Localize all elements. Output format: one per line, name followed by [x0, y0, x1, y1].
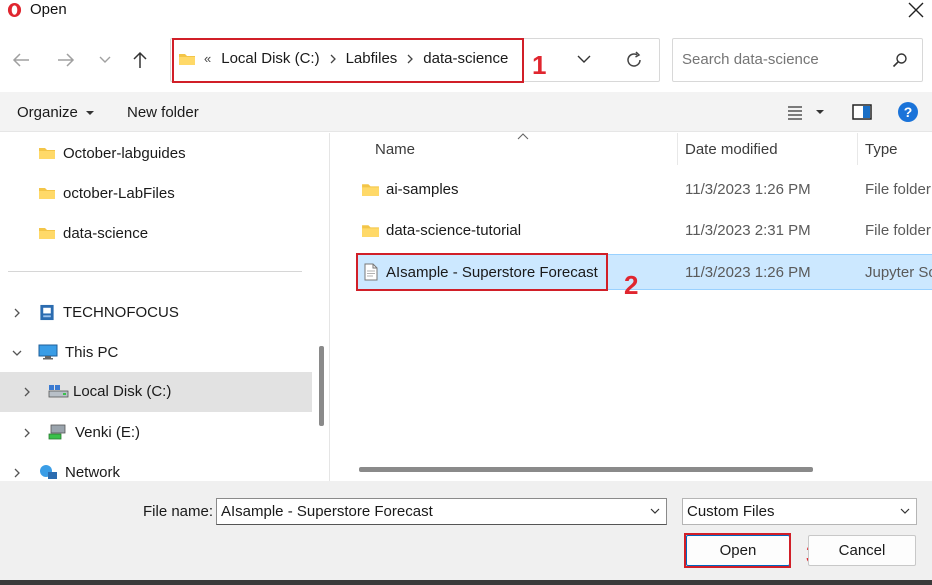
sidebar-item-label: Network	[65, 463, 121, 481]
sidebar-item-october-labfiles[interactable]: october-LabFiles	[38, 173, 318, 213]
file-type: File folder	[865, 222, 931, 239]
address-highlight-box	[172, 38, 524, 83]
column-header-date[interactable]: Date modified	[685, 141, 778, 158]
horizontal-scrollbar[interactable]	[359, 467, 813, 472]
sidebar-item-network[interactable]: Network	[38, 452, 308, 481]
view-options-button[interactable]	[786, 104, 830, 123]
file-name-value: AIsample - Superstore Forecast	[221, 503, 433, 520]
file-row[interactable]: ai-samples 11/3/2023 1:26 PM File folder	[356, 172, 932, 208]
search-input[interactable]	[682, 51, 882, 68]
address-bar-row: « Local Disk (C:) Labfiles data-science …	[0, 30, 932, 90]
help-button[interactable]: ?	[897, 101, 919, 126]
back-button[interactable]	[9, 48, 33, 72]
search-box	[672, 38, 923, 82]
preview-pane-icon	[852, 104, 872, 120]
column-header-name[interactable]: Name	[375, 141, 415, 158]
chevron-down-icon	[577, 55, 591, 63]
sidebar-item-label: Venki (E:)	[75, 423, 141, 441]
sort-up-icon	[517, 133, 529, 140]
sidebar-item-this-pc[interactable]: This PC	[38, 332, 308, 372]
file-name-label: File name:	[143, 503, 214, 520]
file-type-filter[interactable]: Custom Files	[682, 498, 917, 525]
address-history-button[interactable]	[576, 52, 592, 68]
search-icon[interactable]	[892, 52, 908, 68]
sidebar-item-october-labguides[interactable]: October-labguides	[38, 133, 318, 173]
chevron-right-icon[interactable]	[11, 307, 23, 319]
file-name: data-science-tutorial	[386, 222, 522, 239]
sidebar-item-data-science[interactable]: data-science	[38, 213, 318, 253]
sidebar-item-label: This PC	[65, 343, 119, 361]
sidebar-item-label: data-science	[63, 224, 149, 242]
chevron-down-icon[interactable]	[650, 507, 660, 515]
chevron-right-icon[interactable]	[11, 467, 23, 479]
file-row[interactable]: data-science-tutorial 11/3/2023 2:31 PM …	[356, 213, 932, 249]
help-icon: ?	[898, 102, 918, 122]
list-view-icon	[788, 106, 824, 120]
folder-icon	[39, 188, 55, 199]
back-arrow-icon	[12, 53, 29, 67]
column-header-type[interactable]: Type	[865, 141, 898, 158]
sidebar-divider	[8, 271, 302, 272]
file-name-input[interactable]: AIsample - Superstore Forecast	[216, 498, 667, 525]
sidebar-scrollbar[interactable]	[319, 346, 324, 426]
file-type-filter-value: Custom Files	[687, 503, 775, 520]
sidebar-item-venki-e[interactable]: Venki (E:)	[48, 412, 308, 452]
folder-icon	[39, 228, 55, 239]
network-icon	[40, 465, 57, 479]
network-drive-icon	[48, 424, 66, 440]
file-date: 11/3/2023 2:31 PM	[685, 222, 811, 239]
network-computer-icon	[40, 304, 54, 320]
svg-text:?: ?	[904, 104, 913, 120]
folder-icon	[362, 225, 379, 237]
recent-locations-button[interactable]	[93, 48, 117, 72]
file-list: Name Date modified Type ai-samples 11/3/…	[331, 133, 932, 481]
sidebar-item-local-disk-c[interactable]: Local Disk (C:)	[0, 372, 312, 412]
column-divider[interactable]	[857, 133, 858, 165]
chevron-down-icon	[900, 508, 910, 514]
forward-arrow-icon	[58, 53, 75, 67]
folder-icon	[39, 148, 55, 159]
annotation-1: 1	[532, 50, 547, 80]
sidebar-item-label: october-LabFiles	[63, 184, 175, 202]
sidebar-item-label: Local Disk (C:)	[73, 383, 172, 400]
new-folder-button[interactable]: New folder	[127, 104, 199, 121]
file-date: 11/3/2023 1:26 PM	[685, 181, 811, 198]
sidebar-item-technofocus[interactable]: TECHNOFOCUS	[38, 292, 308, 332]
up-arrow-icon	[133, 51, 147, 68]
cancel-button[interactable]: Cancel	[808, 535, 916, 566]
forward-button[interactable]	[54, 48, 78, 72]
chevron-right-icon[interactable]	[21, 386, 33, 398]
opera-app-icon	[7, 2, 22, 18]
column-divider[interactable]	[677, 133, 678, 165]
file-name: ai-samples	[386, 181, 459, 198]
sidebar-item-label: October-labguides	[63, 144, 186, 162]
command-bar: Organize New folder ?	[0, 92, 932, 132]
folder-icon	[362, 184, 379, 196]
chevron-down-icon[interactable]	[11, 347, 23, 359]
file-type: File folder	[865, 181, 931, 198]
annotation-2: 2	[624, 270, 639, 300]
file-highlight-box	[356, 253, 608, 291]
title-bar: Open	[0, 0, 932, 22]
dialog-footer: File name: AIsample - Superstore Forecas…	[0, 481, 932, 585]
preview-pane-button[interactable]	[852, 104, 872, 123]
refresh-button[interactable]	[624, 50, 644, 73]
close-icon[interactable]	[904, 0, 928, 21]
chevron-right-icon[interactable]	[21, 427, 33, 439]
up-button[interactable]	[128, 48, 152, 72]
file-date: 11/3/2023 1:26 PM	[685, 264, 811, 281]
organize-label: Organize	[17, 104, 78, 121]
file-type: Jupyter Source File	[865, 264, 932, 281]
background-window-edge	[0, 580, 932, 585]
organize-button[interactable]: Organize	[17, 104, 95, 121]
refresh-icon	[627, 51, 641, 67]
open-highlight-box	[684, 533, 791, 568]
chevron-down-icon	[99, 56, 111, 63]
sidebar-item-label: TECHNOFOCUS	[63, 303, 179, 321]
window-title: Open	[30, 1, 67, 18]
caret-down-icon	[86, 111, 95, 115]
monitor-icon	[38, 344, 58, 360]
drive-icon	[48, 385, 69, 398]
navigation-pane: October-labguides october-LabFiles data-…	[0, 133, 330, 481]
